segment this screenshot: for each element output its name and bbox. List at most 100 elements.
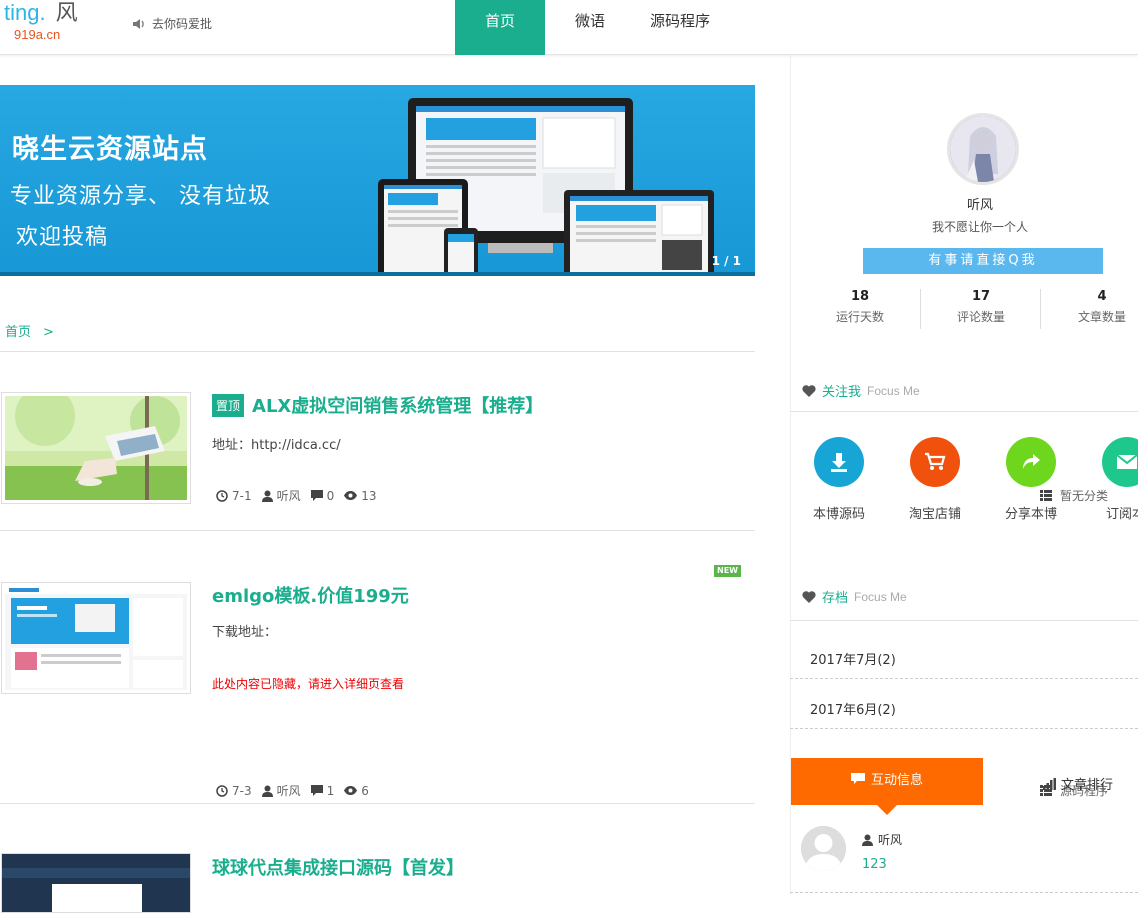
subscribe-button[interactable]: [1102, 437, 1138, 487]
divider: [790, 620, 1138, 621]
comment-icon: [310, 489, 323, 501]
nav-home[interactable]: 首页: [455, 0, 545, 55]
commenter-name[interactable]: 听风: [862, 831, 902, 848]
follow-title: 关注我: [822, 385, 862, 400]
contact-qq-button[interactable]: 有事请直接Q我: [863, 248, 1103, 274]
speaker-icon: [133, 18, 144, 29]
profile-signature: 我不愿让你一个人: [931, 220, 1028, 234]
breadcrumb-home[interactable]: 首页: [5, 325, 31, 340]
post-title[interactable]: 球球代点集成接口源码【首发】: [212, 854, 464, 880]
commenter-name-text: 听风: [878, 833, 903, 847]
archive-subtitle: Focus Me: [854, 589, 907, 604]
stat-divider: [1040, 289, 1041, 329]
download-icon: [831, 453, 847, 472]
clock-icon: [216, 784, 228, 797]
breadcrumb-separator: >: [43, 325, 54, 340]
post-title[interactable]: 置顶 ALX虚拟空间销售系统管理【推荐】: [212, 392, 543, 418]
archive-title: 存档: [822, 591, 849, 606]
post-views: 6: [361, 783, 369, 798]
post-views: 13: [361, 488, 377, 503]
stat-comment-count: 17 评论数量: [921, 289, 1041, 325]
post-meta: 7-3 听风 1 6: [216, 782, 369, 799]
eye-icon: [344, 786, 358, 795]
heart-icon: [802, 384, 816, 397]
archive-divider: [790, 678, 1138, 679]
divider: [0, 351, 755, 352]
share-blog-button[interactable]: [1006, 437, 1056, 487]
post-excerpt: 地址：http://idca.cc/: [212, 438, 341, 453]
new-badge: NEW: [714, 565, 741, 577]
banner-slider[interactable]: 晓生云资源站点 专业资源分享、 没有垃圾 欢迎投稿 1 / 1: [0, 85, 755, 276]
post-image: [5, 586, 187, 690]
bar-chart-icon: [1043, 777, 1056, 790]
nav-source-code[interactable]: 源码程序: [635, 0, 725, 55]
comment-icon: [310, 784, 323, 796]
chat-icon: [850, 772, 865, 784]
stat-run-days: 18 运行天数: [800, 289, 920, 325]
commenter-avatar[interactable]: [801, 826, 846, 871]
post-date: 7-1: [232, 488, 252, 503]
taobao-shop-label: 淘宝店铺: [908, 507, 961, 522]
post-author[interactable]: 听风: [277, 782, 301, 799]
post-category[interactable]: 暂无分类: [1039, 487, 1108, 504]
logo-char: 风: [55, 1, 78, 26]
stat-label: 文章数量: [1077, 310, 1126, 324]
divider: [0, 803, 755, 804]
post-comments: 1: [326, 783, 335, 798]
divider: [790, 411, 1138, 412]
announcement-text: 去你码爱批: [152, 17, 213, 31]
archive-item[interactable]: 2017年7月(2): [810, 649, 896, 668]
banner-tagline: 欢迎投稿: [16, 225, 109, 250]
announcement[interactable]: 去你码爱批: [132, 15, 212, 32]
follow-subtitle: Focus Me: [867, 383, 920, 398]
comment-text[interactable]: 123: [862, 857, 887, 872]
heart-icon: [802, 590, 816, 603]
cart-icon: [925, 452, 946, 470]
user-icon: [862, 834, 873, 846]
profile-avatar[interactable]: [947, 113, 1019, 185]
stat-value: 18: [850, 289, 870, 304]
user-icon: [261, 490, 273, 502]
default-avatar-icon: [801, 826, 846, 871]
logo-domain: 919a.cn: [14, 27, 61, 42]
post-thumbnail[interactable]: [1, 582, 191, 694]
post-date: 7-3: [232, 783, 252, 798]
archive-item[interactable]: 2017年6月(2): [810, 699, 896, 718]
stat-value: 4: [1097, 289, 1107, 304]
logo-text: ting.: [4, 0, 46, 25]
archive-divider: [790, 728, 1138, 729]
nav-weiyu[interactable]: 微语: [545, 0, 635, 55]
tab-interaction-label: 互动信息: [870, 773, 923, 788]
taobao-shop-button[interactable]: [910, 437, 960, 487]
clock-icon: [216, 489, 228, 502]
post-thumbnail[interactable]: [1, 853, 191, 913]
hidden-content-notice: 此处内容已隐藏，请进入详细页查看: [212, 677, 405, 691]
profile-name: 听风: [966, 198, 993, 213]
archive-section-title: 存档 Focus Me: [802, 587, 907, 606]
tab-interaction[interactable]: 互动信息: [791, 758, 983, 815]
slider-pager[interactable]: 1 / 1: [712, 254, 741, 268]
source-code-label: 本博源码: [812, 507, 865, 522]
stat-value: 17: [971, 289, 991, 304]
site-logo[interactable]: ting. 风: [4, 0, 78, 27]
post-title-text: ALX虚拟空间销售系统管理【推荐】: [252, 396, 544, 417]
user-icon: [261, 785, 273, 797]
source-code-button[interactable]: [814, 437, 864, 487]
share-blog-label: 分享本博: [1004, 507, 1057, 522]
post-author[interactable]: 听风: [277, 487, 301, 504]
list-icon: [1039, 490, 1052, 501]
main-nav: 首页 微语 源码程序: [455, 0, 725, 55]
post-excerpt: 下载地址：: [212, 625, 278, 640]
mail-icon: [1116, 454, 1138, 469]
divider: [0, 530, 755, 531]
tab-article-ranking[interactable]: 文章排行: [1043, 774, 1113, 793]
stat-label: 运行天数: [835, 310, 884, 324]
eye-icon: [344, 491, 358, 500]
post-meta: 7-1 听风 0 13: [216, 487, 377, 504]
post-comments: 0: [326, 488, 335, 503]
post-image: [5, 393, 187, 500]
share-icon: [1023, 454, 1040, 469]
post-thumbnail[interactable]: [1, 392, 191, 504]
post-category-label: 暂无分类: [1059, 489, 1108, 503]
post-title[interactable]: emlgo模板.价值199元: [212, 582, 409, 608]
